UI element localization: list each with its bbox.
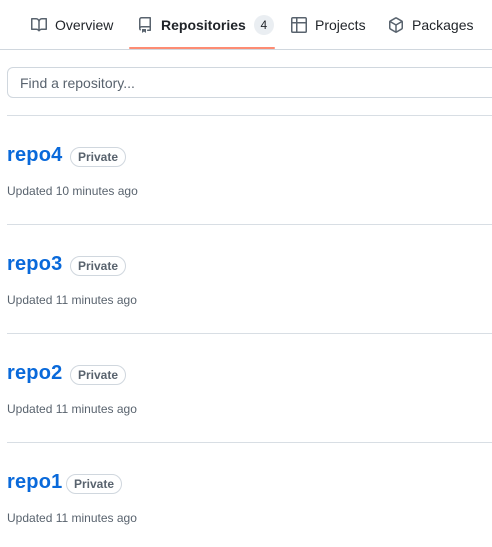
divider (7, 442, 492, 443)
divider (7, 224, 492, 225)
divider (7, 333, 492, 334)
repo-link-repo2[interactable]: repo2 (7, 362, 62, 385)
tab-repositories[interactable]: Repositories 4 (137, 0, 274, 50)
repo-icon (139, 17, 151, 33)
selected-tab-underline (129, 47, 275, 49)
book-icon (31, 17, 47, 32)
repo-link-repo4[interactable]: repo4 (7, 144, 62, 167)
updated-time: Updated 11 minutes ago (7, 511, 137, 525)
repo-link-repo1[interactable]: repo1 (7, 471, 62, 494)
visibility-badge: Private (70, 365, 127, 385)
find-repository-input[interactable] (7, 67, 492, 98)
tab-packages-label: Packages (412, 17, 474, 33)
tab-overview[interactable]: Overview (31, 0, 113, 50)
tab-projects-label: Projects (315, 17, 366, 33)
tab-overview-label: Overview (55, 17, 114, 33)
tab-projects[interactable]: Projects (291, 0, 366, 50)
visibility-badge: Private (70, 147, 127, 167)
tab-repositories-label: Repositories (161, 17, 246, 33)
package-icon (389, 17, 403, 33)
visibility-badge: Private (66, 474, 123, 494)
updated-time: Updated 11 minutes ago (7, 293, 137, 307)
repositories-count-badge: 4 (253, 15, 274, 35)
updated-time: Updated 11 minutes ago (7, 402, 137, 416)
profile-nav-tabs: Overview Repositories 4 Projects Package… (0, 0, 492, 50)
divider (7, 115, 492, 116)
visibility-badge: Private (70, 256, 127, 276)
table-icon (291, 17, 307, 33)
repo-link-repo3[interactable]: repo3 (7, 253, 62, 276)
tab-packages[interactable]: Packages (388, 0, 473, 50)
updated-time: Updated 10 minutes ago (7, 184, 138, 198)
